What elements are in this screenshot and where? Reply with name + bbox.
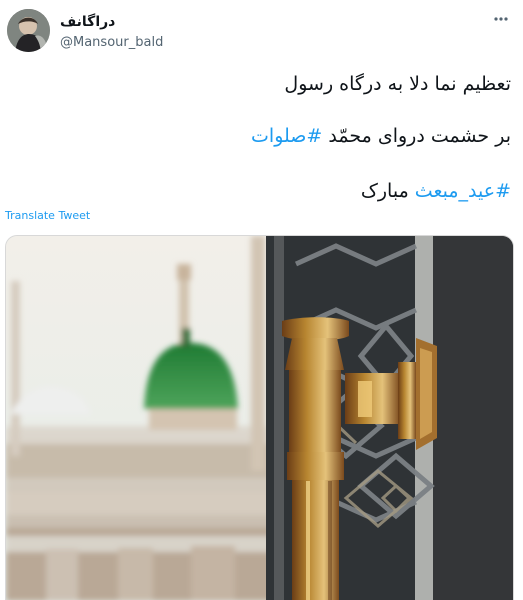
tweet-header: دراگانف @Mansour_bald [7, 7, 516, 57]
tweet-text: تعظیم نما دلا به درگاه رسول [284, 73, 511, 95]
more-options-button[interactable] [486, 7, 516, 35]
avatar-image [7, 9, 50, 52]
tweet-text-line-2: بر حشمت دروای محمّد #صلوات [251, 122, 511, 150]
user-handle[interactable]: @Mansour_bald [60, 34, 163, 51]
tweet-card[interactable]: دراگانف @Mansour_bald تعظیم نما دلا به د… [0, 0, 523, 600]
hashtag-link-salawat[interactable]: #صلوات [251, 125, 322, 147]
translate-tweet-link[interactable]: Translate Tweet [5, 208, 90, 223]
tweet-media-image[interactable] [5, 235, 514, 600]
user-avatar[interactable] [7, 9, 50, 52]
hashtag-link-eid-mabath[interactable]: #عید_مبعث [415, 180, 511, 202]
tweet-text-line-3: #عید_مبعث مبارک [361, 177, 511, 205]
more-horizontal-icon [492, 10, 510, 32]
mosque-door-photo [6, 236, 513, 600]
tweet-text: بر حشمت دروای محمّد [322, 125, 511, 147]
display-name[interactable]: دراگانف [60, 13, 115, 31]
tweet-text: مبارک [360, 180, 409, 202]
tweet-text-line-1: تعظیم نما دلا به درگاه رسول [284, 70, 511, 98]
